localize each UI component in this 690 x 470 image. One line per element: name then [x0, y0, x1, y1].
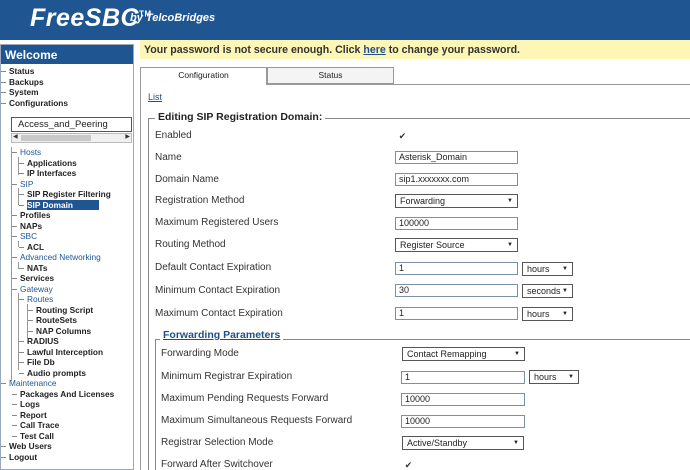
- domain-name-label: Domain Name: [155, 174, 219, 185]
- sidebar-item-naps[interactable]: NAPs: [1, 221, 133, 232]
- sidebar-item-status[interactable]: Status: [1, 66, 133, 77]
- sidebar-item-routes[interactable]: Routes: [1, 294, 133, 305]
- sidebar-item-logs[interactable]: Logs: [1, 399, 133, 410]
- sidebar-item-packages-and-licenses[interactable]: Packages And Licenses: [1, 389, 133, 400]
- min-registrar-expiration-unit-select[interactable]: hours ▼: [529, 370, 579, 384]
- forward-after-switchover-label: Forward After Switchover: [161, 459, 273, 470]
- checkmark-icon: ✔: [404, 460, 413, 470]
- forwarding-mode-select[interactable]: Contact Remapping ▼: [402, 347, 525, 361]
- sidebar-item-call-trace[interactable]: Call Trace: [1, 420, 133, 431]
- chevron-down-icon: ▼: [514, 351, 520, 357]
- max-pending-requests-field[interactable]: 10000: [401, 393, 525, 406]
- sidebar-item-sbc[interactable]: SBC: [1, 231, 133, 242]
- sidebar-item-sip-domain[interactable]: SIP Domain: [1, 199, 133, 211]
- routing-method-label: Routing Method: [155, 239, 226, 250]
- minimum-expiration-label: Minimum Contact Expiration: [155, 285, 281, 296]
- min-registrar-expiration-label: Minimum Registrar Expiration: [161, 371, 293, 382]
- min-registrar-expiration-field[interactable]: 1: [401, 371, 525, 384]
- list-link[interactable]: List: [148, 92, 162, 102]
- registrar-selection-mode-select[interactable]: Active/Standby ▼: [402, 436, 524, 450]
- sidebar-item-nap-columns[interactable]: NAP Columns: [1, 326, 133, 337]
- warning-text: Your password is not secure enough. Clic…: [144, 44, 364, 56]
- sidebar-item-advanced-networking[interactable]: Advanced Networking: [1, 252, 133, 263]
- minimum-expiration-field[interactable]: 30: [395, 284, 518, 297]
- sidebar-item-test-call[interactable]: Test Call: [1, 431, 133, 442]
- navigation-tree: Status Backups System Configurations: [1, 64, 133, 108]
- sidebar-item-routing-script[interactable]: Routing Script: [1, 305, 133, 316]
- chevron-down-icon: ▼: [507, 198, 513, 204]
- horizontal-scrollbar[interactable]: ◀ ▶: [11, 133, 132, 143]
- sidebar-item-system[interactable]: System: [1, 87, 133, 98]
- telcobridges-logo: by TelcoBridges: [130, 12, 216, 24]
- sidebar-item-hosts[interactable]: Hosts: [1, 147, 133, 158]
- sidebar-item-backups[interactable]: Backups: [1, 77, 133, 88]
- configuration-select[interactable]: Access_and_Peering: [11, 117, 132, 132]
- sidebar-item-audio-prompts[interactable]: Audio prompts: [1, 368, 133, 379]
- max-simultaneous-requests-label: Maximum Simultaneous Requests Forward: [161, 415, 353, 426]
- max-simultaneous-requests-field[interactable]: 10000: [401, 415, 525, 428]
- enabled-label: Enabled: [155, 130, 192, 141]
- sidebar-item-report[interactable]: Report: [1, 410, 133, 421]
- max-pending-requests-label: Maximum Pending Requests Forward: [161, 393, 329, 404]
- form-legend: Editing SIP Registration Domain:: [155, 111, 326, 123]
- sidebar-item-radius[interactable]: RADIUS: [1, 336, 133, 347]
- forwarding-legend: Forwarding Parameters: [160, 329, 284, 341]
- registration-method-select[interactable]: Forwarding ▼: [395, 194, 518, 208]
- max-registered-users-label: Maximum Registered Users: [155, 217, 279, 228]
- routing-method-select[interactable]: Register Source ▼: [395, 238, 518, 252]
- scrollbar-thumb[interactable]: [21, 135, 91, 141]
- sidebar-item-web-users[interactable]: Web Users: [1, 441, 133, 452]
- maximum-expiration-unit-select[interactable]: hours ▼: [522, 307, 573, 321]
- sidebar-item-maintenance[interactable]: Maintenance: [1, 378, 133, 389]
- tab-configuration[interactable]: Configuration: [140, 67, 267, 85]
- domain-name-field[interactable]: sip1.xxxxxxx.com: [395, 173, 518, 186]
- default-expiration-label: Default Contact Expiration: [155, 262, 272, 273]
- warning-text-end: to change your password.: [385, 44, 520, 56]
- configuration-tree: Hosts Applications IP Interfaces SIP SIP…: [1, 147, 133, 462]
- chevron-down-icon: ▼: [562, 266, 568, 272]
- app-header: FreeSBCTM by TelcoBridges: [0, 0, 690, 40]
- sidebar-item-sip-register-filtering[interactable]: SIP Register Filtering: [1, 189, 133, 200]
- sidebar-item-logout[interactable]: Logout: [1, 452, 133, 463]
- scroll-left-icon[interactable]: ◀: [13, 133, 18, 140]
- change-password-link[interactable]: here: [363, 44, 385, 56]
- default-expiration-field[interactable]: 1: [395, 262, 518, 275]
- sidebar-item-file-db[interactable]: File Db: [1, 357, 133, 368]
- chevron-down-icon: ▼: [562, 311, 568, 317]
- sidebar-item-sip[interactable]: SIP: [1, 179, 133, 190]
- tab-status[interactable]: Status: [267, 67, 394, 84]
- password-warning-banner: Your password is not secure enough. Clic…: [140, 40, 690, 59]
- registrar-selection-mode-label: Registrar Selection Mode: [161, 437, 274, 448]
- tab-divider: [267, 84, 690, 85]
- sidebar-item-lawful-interception[interactable]: Lawful Interception: [1, 347, 133, 358]
- chevron-down-icon: ▼: [568, 374, 574, 380]
- maximum-expiration-field[interactable]: 1: [395, 307, 518, 320]
- sidebar-item-applications[interactable]: Applications: [1, 158, 133, 169]
- sidebar-item-profiles[interactable]: Profiles: [1, 210, 133, 221]
- sidebar-item-nats[interactable]: NATs: [1, 263, 133, 274]
- welcome-header: Welcome: [1, 45, 133, 64]
- forwarding-mode-label: Forwarding Mode: [161, 348, 239, 359]
- forward-after-switchover-checkbox[interactable]: ✔: [403, 460, 414, 470]
- chevron-down-icon: ▼: [513, 440, 519, 446]
- scroll-right-icon[interactable]: ▶: [125, 133, 130, 140]
- enabled-checkbox[interactable]: ✔: [397, 131, 408, 142]
- chevron-down-icon: ▼: [507, 242, 513, 248]
- chevron-down-icon: ▼: [562, 288, 568, 294]
- content-border: [140, 85, 141, 470]
- name-label: Name: [155, 152, 182, 163]
- registration-method-label: Registration Method: [155, 195, 245, 206]
- sidebar-item-configurations[interactable]: Configurations: [1, 98, 133, 109]
- sidebar-item-routesets[interactable]: RouteSets: [1, 315, 133, 326]
- sidebar-item-services[interactable]: Services: [1, 273, 133, 284]
- sidebar-item-acl[interactable]: ACL: [1, 242, 133, 253]
- sidebar-item-ip-interfaces[interactable]: IP Interfaces: [1, 168, 133, 179]
- default-expiration-unit-select[interactable]: hours ▼: [522, 262, 573, 276]
- maximum-expiration-label: Maximum Contact Expiration: [155, 308, 283, 319]
- name-field[interactable]: Asterisk_Domain: [395, 151, 518, 164]
- checkmark-icon: ✔: [398, 131, 407, 141]
- minimum-expiration-unit-select[interactable]: seconds ▼: [522, 284, 573, 298]
- max-registered-users-field[interactable]: 100000: [395, 217, 518, 230]
- sidebar-item-gateway[interactable]: Gateway: [1, 284, 133, 295]
